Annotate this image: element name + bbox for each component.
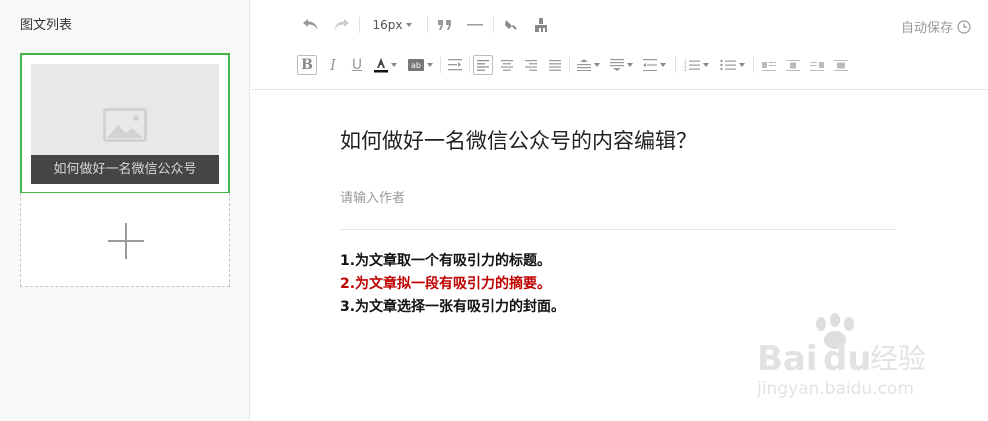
- horizontal-rule-button[interactable]: [465, 16, 485, 34]
- underline-icon: U: [351, 57, 363, 73]
- background-color-button[interactable]: ab: [404, 55, 436, 75]
- plus-icon: [108, 223, 144, 259]
- font-color-icon: [373, 58, 388, 73]
- float-left-icon: [762, 61, 776, 71]
- chevron-down-icon: [702, 63, 709, 67]
- chevron-down-icon: [405, 23, 412, 27]
- toolbar-separator: [675, 57, 676, 73]
- editor-toolbar: 16px 自动保存 B I U ab 1 2 3: [251, 0, 988, 90]
- float-center-icon: [786, 59, 800, 71]
- align-justify-button[interactable]: [545, 55, 565, 75]
- float-none-button[interactable]: [831, 55, 851, 75]
- bold-icon: B: [301, 57, 313, 73]
- toolbar-separator: [359, 17, 360, 33]
- italic-icon: I: [330, 56, 336, 74]
- background-color-icon: ab: [407, 59, 424, 71]
- underline-button[interactable]: U: [347, 55, 367, 75]
- align-left-button[interactable]: [473, 55, 493, 75]
- undo-icon: [303, 19, 318, 30]
- font-size-select[interactable]: 16px: [367, 16, 417, 34]
- toolbar-separator: [493, 17, 494, 33]
- align-center-button[interactable]: [497, 55, 517, 75]
- font-size-value: 16px: [372, 18, 403, 32]
- align-right-button[interactable]: [521, 55, 541, 75]
- line-height-after-button[interactable]: [607, 55, 635, 75]
- float-right-icon: [810, 61, 824, 71]
- chevron-down-icon: [626, 63, 633, 67]
- add-article-button[interactable]: [20, 193, 230, 287]
- article-card[interactable]: 如何做好一名微信公众号: [20, 53, 230, 194]
- ordered-list-button[interactable]: 123: [681, 55, 711, 75]
- float-none-icon: [834, 59, 848, 71]
- blockquote-icon: [438, 20, 451, 30]
- clock-icon: [957, 19, 971, 34]
- blockquote-button[interactable]: [435, 16, 455, 34]
- chevron-down-icon: [426, 63, 433, 67]
- divider: [340, 229, 896, 230]
- image-placeholder-icon: [103, 108, 147, 142]
- chevron-down-icon: [738, 63, 745, 67]
- sidebar: 图文列表 如何做好一名微信公众号: [0, 0, 250, 421]
- clear-format-icon: [535, 18, 547, 32]
- float-left-button[interactable]: [759, 55, 779, 75]
- toolbar-separator: [569, 57, 570, 73]
- font-color-button[interactable]: [370, 55, 400, 75]
- ordered-list-icon: 123: [684, 59, 700, 71]
- author-input[interactable]: 请输入作者: [340, 187, 405, 206]
- toolbar-separator: [753, 57, 754, 73]
- autosave-label: 自动保存: [900, 21, 953, 36]
- unordered-list-icon: [719, 59, 736, 71]
- line-height-before-button[interactable]: [574, 55, 602, 75]
- bold-button[interactable]: B: [297, 55, 317, 75]
- indent-icon: [448, 59, 462, 71]
- body-line: 3.为文章选择一张有吸引力的封面。: [340, 299, 566, 315]
- line-height-after-icon: [609, 59, 624, 71]
- redo-icon: [334, 19, 349, 30]
- body-line: 1.为文章取一个有吸引力的标题。: [340, 253, 552, 269]
- redo-button[interactable]: [331, 16, 351, 34]
- baidu-jingyan-watermark: Bai du 经验 jingyan.baidu.com: [756, 313, 926, 399]
- align-right-icon: [525, 59, 537, 71]
- align-center-icon: [501, 59, 513, 71]
- article-body[interactable]: 1.为文章取一个有吸引力的标题。 2.为文章拟一段有吸引力的摘要。 3.为文章选…: [340, 250, 565, 319]
- indent-button[interactable]: [445, 55, 465, 75]
- letter-spacing-button[interactable]: [640, 55, 668, 75]
- chevron-down-icon: [390, 63, 397, 67]
- clear-format-button[interactable]: [531, 16, 551, 34]
- align-left-icon: [477, 59, 489, 71]
- toolbar-separator: [440, 57, 441, 73]
- float-center-button[interactable]: [783, 55, 803, 75]
- svg-text:3: 3: [684, 67, 687, 71]
- line-height-before-icon: [576, 59, 591, 71]
- article-title-input[interactable]: 如何做好一名微信公众号的内容编辑？: [340, 125, 697, 155]
- sidebar-title: 图文列表: [20, 18, 73, 33]
- toolbar-separator: [469, 57, 470, 73]
- autosave-status: 自动保存: [901, 17, 971, 36]
- body-line: 2.为文章拟一段有吸引力的摘要。: [340, 276, 552, 292]
- watermark-brand: Bai: [757, 339, 818, 379]
- horizontal-rule-icon: [467, 24, 483, 26]
- float-right-button[interactable]: [807, 55, 827, 75]
- undo-button[interactable]: [301, 16, 321, 34]
- unordered-list-button[interactable]: [717, 55, 747, 75]
- watermark-url: jingyan.baidu.com: [756, 379, 914, 399]
- letter-spacing-icon: [642, 59, 657, 71]
- svg-text:ab: ab: [411, 61, 421, 70]
- chevron-down-icon: [593, 63, 600, 67]
- italic-button[interactable]: I: [323, 55, 343, 75]
- format-brush-button[interactable]: [501, 16, 521, 34]
- format-brush-icon: [505, 20, 517, 30]
- toolbar-separator: [427, 17, 428, 33]
- watermark-brand-cn: 经验: [870, 342, 926, 375]
- watermark-brand-2: du: [823, 339, 872, 379]
- article-card-title: 如何做好一名微信公众号: [31, 155, 219, 184]
- chevron-down-icon: [659, 63, 666, 67]
- align-justify-icon: [549, 59, 561, 71]
